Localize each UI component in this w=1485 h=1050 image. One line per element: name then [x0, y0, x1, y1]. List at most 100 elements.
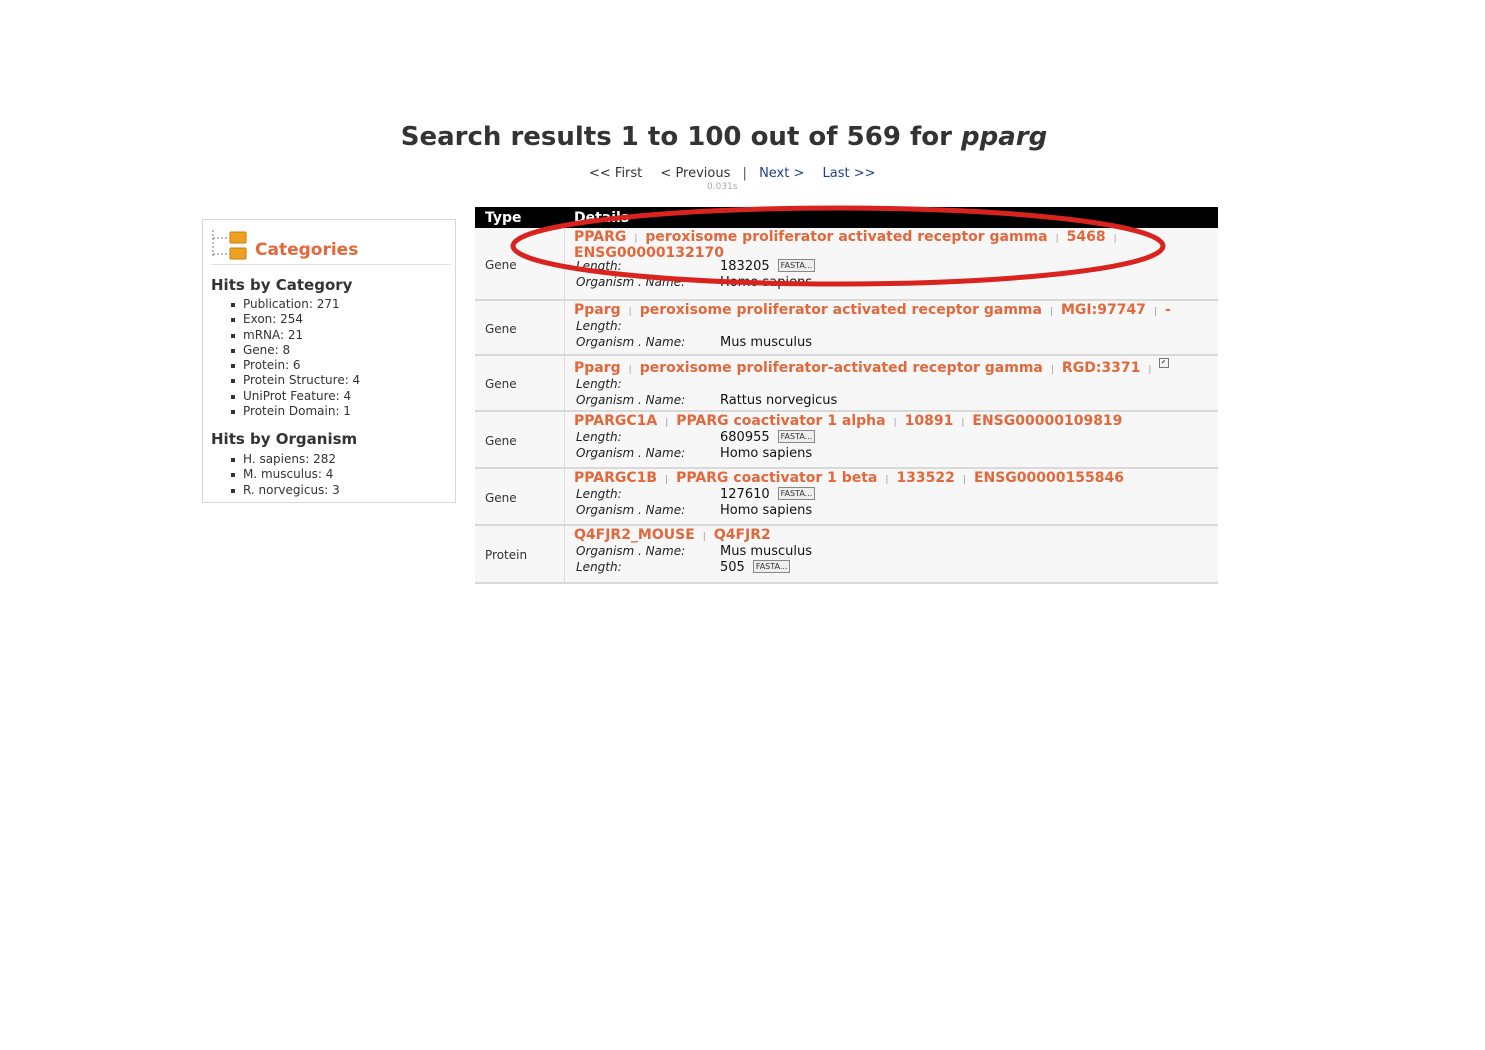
gene-symbol-link[interactable]: PPARGC1B [574, 470, 657, 486]
category-item[interactable]: Protein Structure: 4 [229, 373, 360, 388]
field-organism: Organism . Name: Homo sapiens [574, 503, 1218, 519]
category-item[interactable]: Publication: 271 [229, 297, 360, 312]
ensembl-id-link[interactable]: ENSG00000155846 [974, 470, 1124, 486]
gene-id-link[interactable]: 5468 [1067, 229, 1106, 245]
row-type: Gene [485, 377, 517, 391]
result-title: Q4FJR2_MOUSE | Q4FJR2 [574, 527, 771, 543]
field-value: Mus musculus [720, 544, 813, 559]
table-row: Gene PPARGC1A | PPARG coactivator 1 alpha |… [475, 412, 1218, 469]
gene-extra-link[interactable]: - [1165, 302, 1171, 318]
field-organism: Organism . Name: Mus musculus [574, 544, 1218, 560]
field-value: Mus musculus [720, 334, 813, 350]
organism-item[interactable]: R. norvegicus: 3 [229, 483, 340, 498]
categories-panel: Categories Hits by Category Publication:… [202, 219, 456, 503]
gene-description-link[interactable]: peroxisome proliferator-activated recept… [640, 360, 1043, 376]
result-title: PPARGC1B | PPARG coactivator 1 beta | 133522… [574, 470, 1124, 486]
row-type: Gene [485, 322, 517, 336]
field-label: Organism . Name: [576, 334, 686, 349]
pagination: << First < Previous | Next > Last >> [589, 166, 890, 181]
result-title-line2: ENSG00000132170 [574, 246, 1218, 260]
result-title: PPARGC1A | PPARG coactivator 1 alpha | 10891… [574, 413, 1123, 429]
table-row: Gene Pparg | peroxisome proliferator-activ… [475, 356, 1218, 412]
column-header-details: Details [574, 210, 630, 226]
gene-description-link[interactable]: PPARG coactivator 1 alpha [676, 413, 885, 429]
protein-entry-link[interactable]: Q4FJR2_MOUSE [574, 527, 695, 543]
pager-previous[interactable]: < Previous [660, 166, 730, 181]
field-length: Length: [574, 377, 1218, 393]
gene-id-link[interactable]: RGD:3371 [1062, 360, 1140, 376]
pager-next[interactable]: Next > [759, 166, 804, 181]
field-label: Organism . Name: [576, 445, 686, 460]
field-label: Organism . Name: [576, 274, 686, 289]
field-length: Length: 680955 FASTA... [574, 430, 1218, 446]
pager-first[interactable]: << First [589, 166, 642, 181]
category-item[interactable]: Protein Domain: 1 [229, 404, 360, 419]
category-item[interactable]: Gene: 8 [229, 343, 360, 358]
ensembl-id-link[interactable]: ENSG00000109819 [972, 413, 1122, 429]
field-label: Length: [576, 377, 622, 391]
organism-item[interactable]: M. musculus: 4 [229, 467, 340, 482]
result-title: Pparg | peroxisome proliferator-activated … [574, 358, 1218, 377]
search-timing: 0.031s [707, 182, 738, 192]
gene-id-link[interactable]: 10891 [905, 413, 954, 429]
category-item[interactable]: mRNA: 21 [229, 328, 360, 343]
fasta-button[interactable]: FASTA... [777, 487, 816, 500]
page-title: Search results 1 to 100 out of 569 for p… [0, 122, 1448, 152]
external-link-icon[interactable] [1159, 358, 1170, 368]
category-item[interactable]: UniProt Feature: 4 [229, 389, 360, 404]
field-length: Length: 505 FASTA... [574, 559, 1218, 576]
field-value: 183205 [720, 259, 770, 274]
row-type: Protein [485, 548, 528, 562]
title-query: pparg [961, 122, 1048, 152]
results-table: Type Details Gene PPARG | peroxisome proli… [475, 207, 1218, 584]
gene-symbol-link[interactable]: Pparg [574, 302, 621, 318]
field-label: Organism . Name: [576, 502, 686, 517]
row-type: Gene [485, 434, 517, 448]
gene-symbol-link[interactable]: Pparg [574, 360, 621, 376]
fasta-button[interactable]: FASTA... [777, 430, 816, 443]
field-label: Length: [576, 319, 622, 333]
title-prefix: Search results 1 to 100 out of 569 for [400, 122, 952, 152]
organism-item[interactable]: H. sapiens: 282 [229, 452, 340, 467]
field-value: Rattus norvegicus [720, 392, 838, 408]
row-type: Gene [485, 258, 517, 272]
hits-by-organism-heading: Hits by Organism [211, 430, 358, 448]
row-type: Gene [485, 491, 517, 505]
category-item[interactable]: Exon: 254 [229, 312, 360, 327]
field-length: Length: [574, 319, 1218, 335]
table-row: Gene Pparg | peroxisome proliferator activ… [475, 301, 1218, 356]
result-title: Pparg | peroxisome proliferator activated … [574, 302, 1171, 318]
field-value: Homo sapiens [720, 274, 813, 290]
gene-symbol-link[interactable]: PPARGC1A [574, 413, 657, 429]
field-length: Length: 183205 FASTA... [574, 259, 1218, 275]
categories-title: Categories [255, 240, 359, 260]
field-organism: Organism . Name: Homo sapiens [574, 446, 1218, 462]
gene-id-link[interactable]: MGI:97747 [1061, 302, 1146, 318]
gene-description-link[interactable]: peroxisome proliferator activated recept… [645, 229, 1047, 245]
field-label: Length: [576, 430, 622, 444]
hits-by-category-list: Publication: 271 Exon: 254 mRNA: 21 Gene… [229, 297, 360, 419]
result-title: PPARG | peroxisome proliferator activated … [574, 229, 1117, 245]
pager-last[interactable]: Last >> [823, 166, 876, 181]
field-value: Homo sapiens [720, 445, 813, 461]
category-item[interactable]: Protein: 6 [229, 358, 360, 373]
protein-accession-link[interactable]: Q4FJR2 [714, 527, 771, 543]
table-row: Gene PPARGC1B | PPARG coactivator 1 beta | 1… [475, 469, 1218, 526]
field-label: Length: [576, 559, 622, 574]
field-value: 680955 [720, 430, 770, 445]
field-organism: Organism . Name: Mus musculus [574, 335, 1218, 351]
gene-id-link[interactable]: 133522 [896, 470, 954, 486]
hits-by-category-heading: Hits by Category [211, 276, 353, 294]
table-row: Gene PPARG | peroxisome proliferator activ… [475, 228, 1218, 301]
results-header: Type Details [475, 207, 1218, 228]
field-label: Organism . Name: [576, 544, 686, 558]
gene-symbol-link[interactable]: PPARG [574, 229, 626, 245]
fasta-button[interactable]: FASTA... [752, 559, 791, 573]
field-value: Homo sapiens [720, 502, 813, 518]
gene-description-link[interactable]: peroxisome proliferator activated recept… [640, 302, 1042, 318]
fasta-button[interactable]: FASTA... [777, 259, 816, 272]
field-value: 127610 [720, 487, 770, 502]
field-value: 505 [720, 559, 745, 575]
gene-description-link[interactable]: PPARG coactivator 1 beta [676, 470, 877, 486]
field-label: Length: [576, 259, 622, 273]
